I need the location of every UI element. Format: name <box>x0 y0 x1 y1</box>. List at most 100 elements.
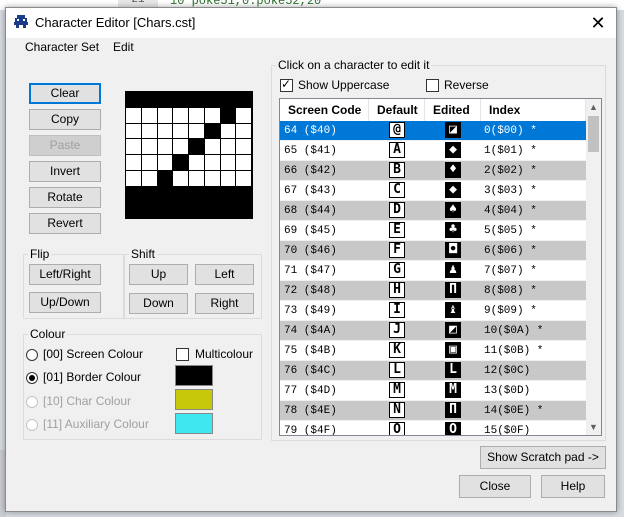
pixel-cell[interactable] <box>126 123 142 140</box>
character-row[interactable]: 67 ($43) C ◆ 3($03) * <box>280 181 586 201</box>
pixel-cell[interactable] <box>126 107 142 124</box>
shift-up-button[interactable]: Up <box>129 264 188 285</box>
character-list[interactable]: Screen Code Default Edited Index 64 ($40… <box>279 98 602 436</box>
help-button[interactable]: Help <box>541 475 605 498</box>
pixel-grid[interactable] <box>125 91 253 219</box>
header-screen-code[interactable]: Screen Code <box>280 99 369 121</box>
character-row[interactable]: 77 ($4D) M M 13($0D) <box>280 381 586 401</box>
pixel-cell[interactable] <box>126 155 142 171</box>
pixel-cell[interactable] <box>173 186 189 203</box>
pixel-cell[interactable] <box>204 155 221 171</box>
radio-screen-colour[interactable] <box>26 349 38 361</box>
pixel-cell[interactable] <box>236 139 252 155</box>
clear-button[interactable]: Clear <box>29 83 101 104</box>
pixel-cell[interactable] <box>236 107 252 124</box>
pixel-cell[interactable] <box>173 155 189 171</box>
pixel-cell[interactable] <box>141 202 158 218</box>
pixel-cell[interactable] <box>189 170 205 187</box>
pixel-cell[interactable] <box>204 186 221 203</box>
pixel-cell[interactable] <box>126 92 142 108</box>
pixel-cell[interactable] <box>173 170 189 187</box>
flip-up-down-button[interactable]: Up/Down <box>29 292 101 313</box>
radio-border-colour[interactable] <box>26 372 38 384</box>
character-row[interactable]: 79 ($4F) O O 15($0F) <box>280 421 586 435</box>
pixel-cell[interactable] <box>236 155 252 171</box>
pixel-cell[interactable] <box>236 92 252 108</box>
pixel-cell[interactable] <box>220 186 237 203</box>
scroll-thumb[interactable] <box>588 116 599 152</box>
pixel-cell[interactable] <box>173 139 189 155</box>
pixel-cell[interactable] <box>189 107 205 124</box>
pixel-cell[interactable] <box>204 123 221 140</box>
pixel-cell[interactable] <box>220 139 237 155</box>
pixel-cell[interactable] <box>126 202 142 218</box>
pixel-cell[interactable] <box>141 92 158 108</box>
character-row[interactable]: 64 ($40) @ ◪ 0($00) * <box>280 121 586 141</box>
pixel-cell[interactable] <box>189 139 205 155</box>
shift-right-button[interactable]: Right <box>195 293 254 314</box>
pixel-cell[interactable] <box>141 170 158 187</box>
pixel-cell[interactable] <box>189 123 205 140</box>
pixel-cell[interactable] <box>189 155 205 171</box>
copy-button[interactable]: Copy <box>29 109 101 130</box>
pixel-cell[interactable] <box>220 107 237 124</box>
pixel-cell[interactable] <box>141 107 158 124</box>
pixel-cell[interactable] <box>126 170 142 187</box>
character-row[interactable]: 69 ($45) E ♣ 5($05) * <box>280 221 586 241</box>
pixel-cell[interactable] <box>189 92 205 108</box>
auxiliary-colour-swatch[interactable] <box>175 413 213 434</box>
pixel-cell[interactable] <box>173 123 189 140</box>
character-row[interactable]: 78 ($4E) N Π 14($0E) * <box>280 401 586 421</box>
pixel-cell[interactable] <box>173 92 189 108</box>
shift-left-button[interactable]: Left <box>195 264 254 285</box>
header-edited[interactable]: Edited <box>425 99 481 121</box>
radio-char-colour[interactable] <box>26 396 38 408</box>
scroll-down-icon[interactable]: ▼ <box>586 419 601 435</box>
pixel-cell[interactable] <box>126 186 142 203</box>
character-row[interactable]: 65 ($41) A ◆ 1($01) * <box>280 141 586 161</box>
pixel-cell[interactable] <box>141 186 158 203</box>
character-row[interactable]: 71 ($47) G ♟ 7($07) * <box>280 261 586 281</box>
pixel-cell[interactable] <box>204 170 221 187</box>
pixel-cell[interactable] <box>157 202 174 218</box>
pixel-cell[interactable] <box>220 202 237 218</box>
pixel-cell[interactable] <box>189 202 205 218</box>
char-colour-swatch[interactable] <box>175 389 213 410</box>
pixel-cell[interactable] <box>204 107 221 124</box>
pixel-cell[interactable] <box>141 139 158 155</box>
menu-edit[interactable]: Edit <box>113 40 134 54</box>
invert-button[interactable]: Invert <box>29 161 101 182</box>
border-colour-swatch[interactable] <box>175 365 213 386</box>
close-icon[interactable]: ✕ <box>584 11 612 35</box>
character-row[interactable]: 72 ($48) H Π 8($08) * <box>280 281 586 301</box>
pixel-cell[interactable] <box>220 123 237 140</box>
pixel-cell[interactable] <box>173 107 189 124</box>
character-row[interactable]: 74 ($4A) J ◩ 10($0A) * <box>280 321 586 341</box>
character-row[interactable]: 73 ($49) I ♝ 9($09) * <box>280 301 586 321</box>
character-row[interactable]: 75 ($4B) K ▣ 11($0B) * <box>280 341 586 361</box>
pixel-cell[interactable] <box>236 186 252 203</box>
pixel-cell[interactable] <box>141 123 158 140</box>
pixel-cell[interactable] <box>157 186 174 203</box>
scroll-up-icon[interactable]: ▲ <box>586 99 601 115</box>
pixel-cell[interactable] <box>220 170 237 187</box>
shift-down-button[interactable]: Down <box>129 293 188 314</box>
pixel-cell[interactable] <box>236 123 252 140</box>
pixel-cell[interactable] <box>157 170 174 187</box>
pixel-cell[interactable] <box>236 170 252 187</box>
title-bar[interactable]: Character Editor [Chars.cst] ✕ <box>6 8 616 38</box>
multicolour-checkbox[interactable] <box>176 348 189 361</box>
character-row[interactable]: 70 ($46) F ◘ 6($06) * <box>280 241 586 261</box>
character-row[interactable]: 76 ($4C) L L 12($0C) <box>280 361 586 381</box>
paste-button[interactable]: Paste <box>29 135 101 156</box>
reverse-checkbox[interactable] <box>426 79 439 92</box>
radio-auxiliary-colour[interactable] <box>26 419 38 431</box>
pixel-cell[interactable] <box>220 155 237 171</box>
pixel-cell[interactable] <box>157 92 174 108</box>
pixel-cell[interactable] <box>157 107 174 124</box>
pixel-cell[interactable] <box>236 202 252 218</box>
pixel-cell[interactable] <box>204 202 221 218</box>
pixel-cell[interactable] <box>204 92 221 108</box>
character-row[interactable]: 68 ($44) D ♠ 4($04) * <box>280 201 586 221</box>
revert-button[interactable]: Revert <box>29 213 101 234</box>
